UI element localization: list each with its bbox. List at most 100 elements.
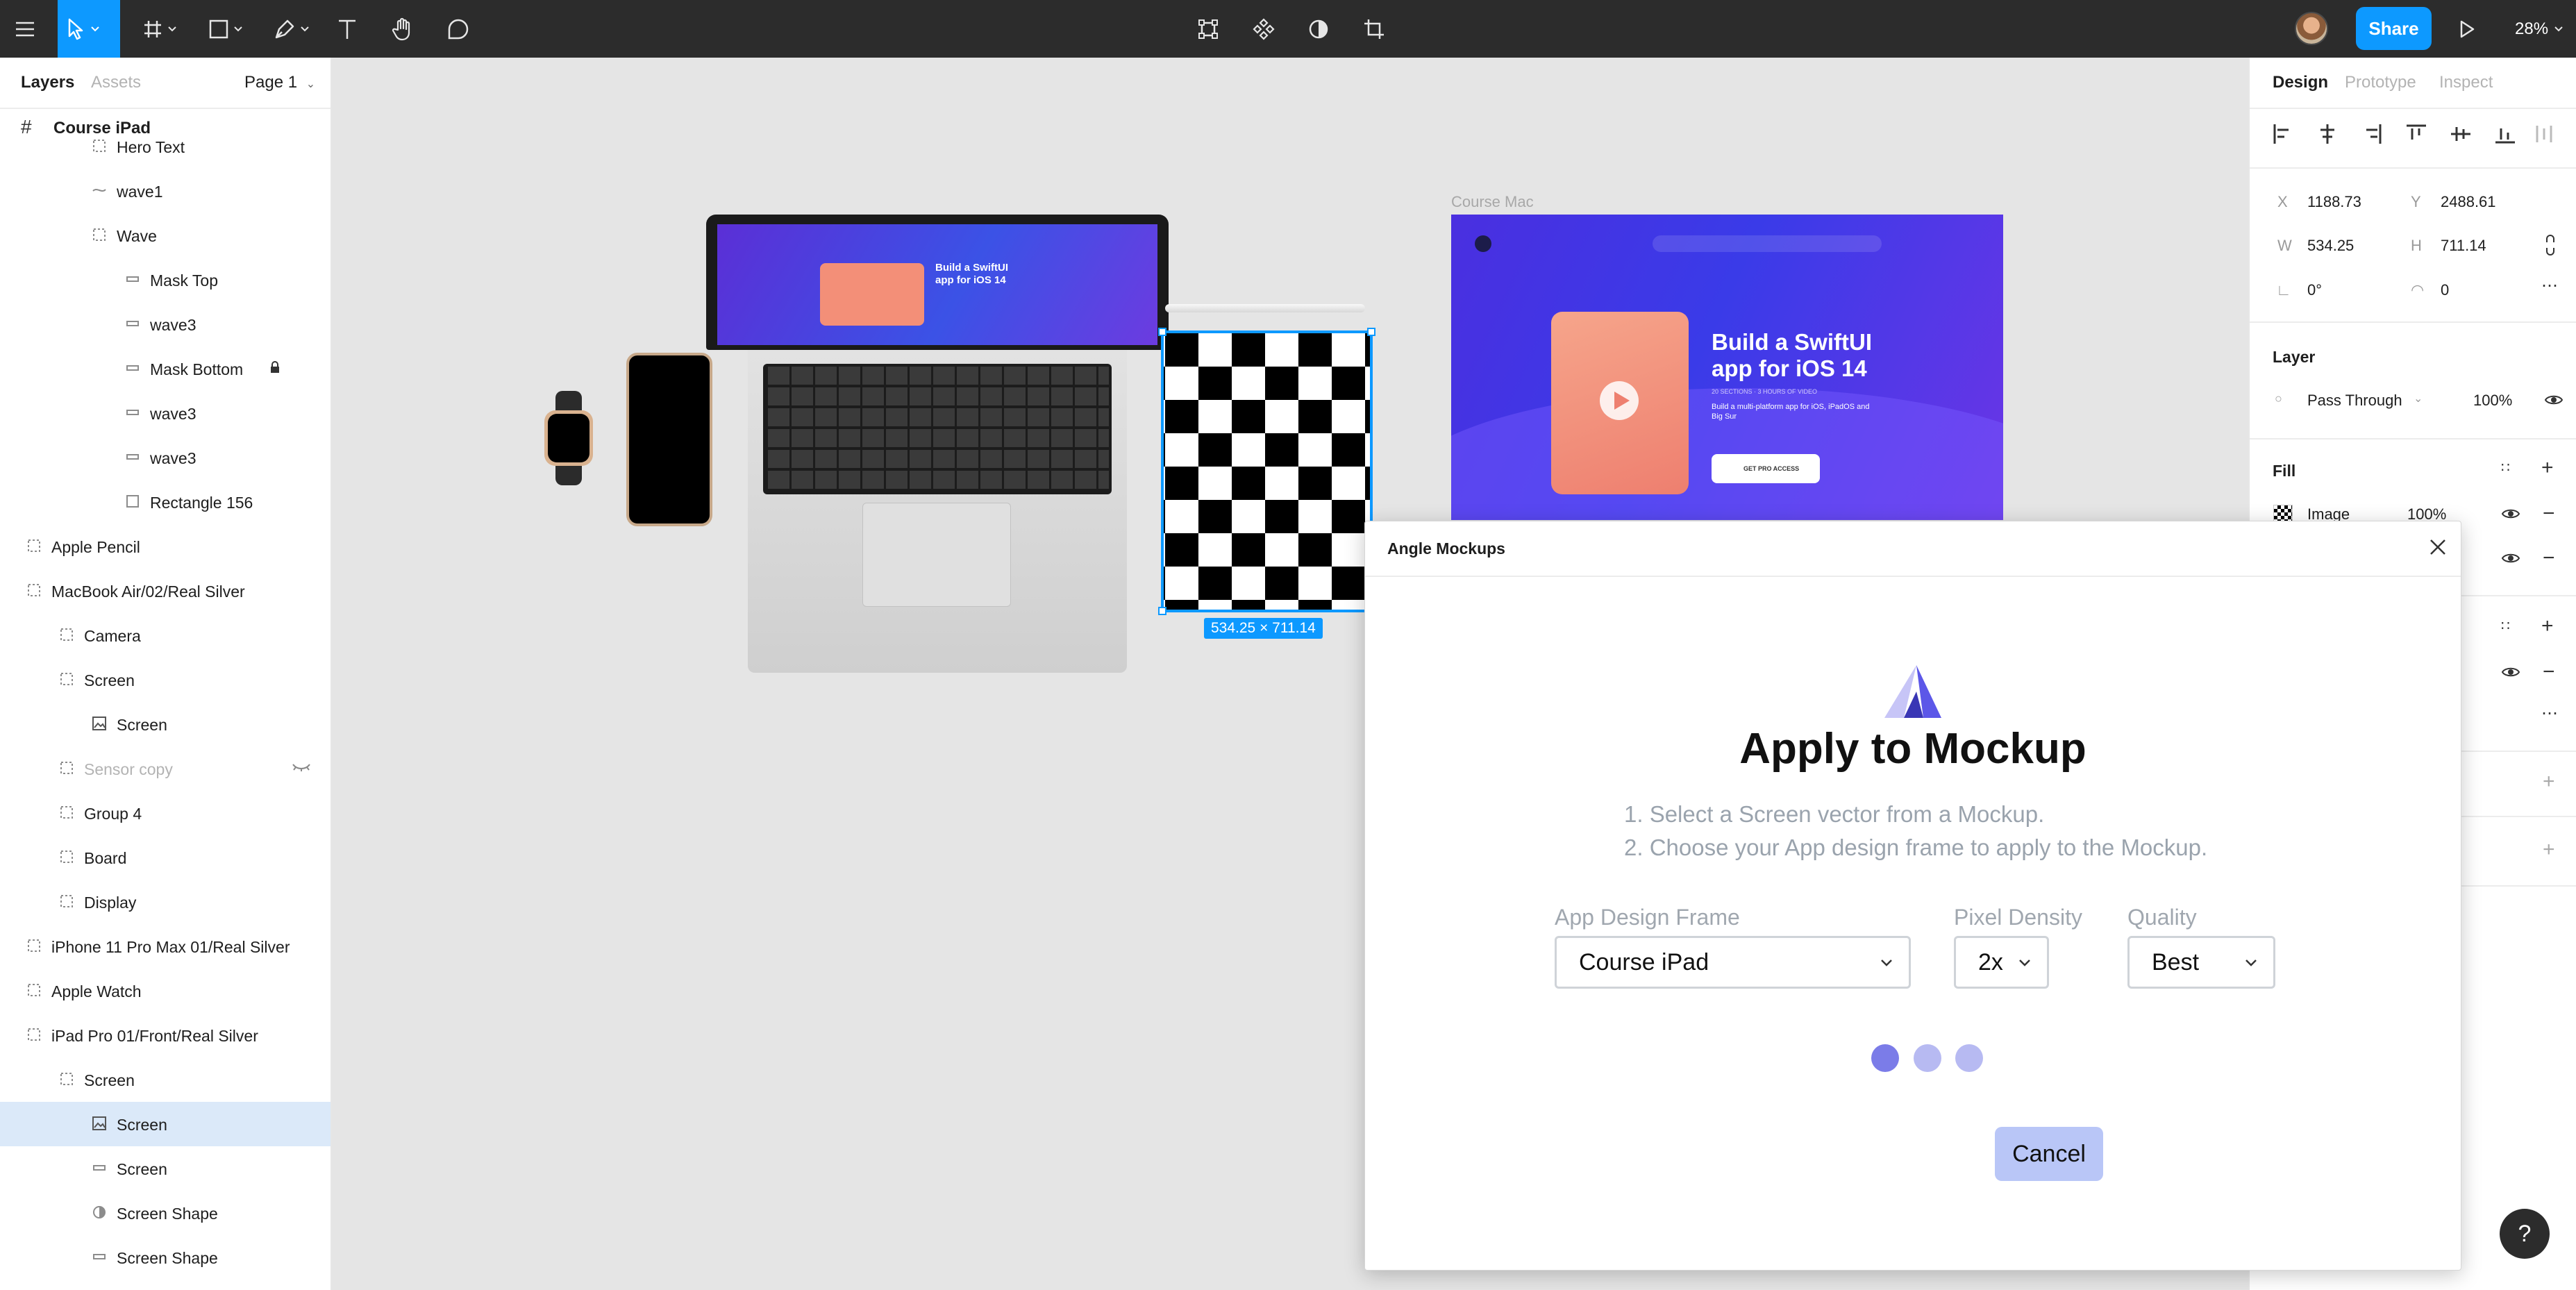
- eye-icon[interactable]: [2501, 666, 2520, 678]
- pen-tool-button[interactable]: [267, 0, 316, 58]
- add-icon[interactable]: +: [2541, 614, 2554, 638]
- layer-row[interactable]: Group 4: [0, 791, 331, 835]
- present-button[interactable]: [2451, 0, 2483, 58]
- layer-row[interactable]: wave3: [0, 435, 331, 480]
- text-tool-button[interactable]: [330, 0, 365, 58]
- eye-closed-icon[interactable]: [292, 760, 311, 776]
- more-options-icon[interactable]: ⋯: [2541, 703, 2558, 723]
- layer-row[interactable]: Screen: [0, 1102, 331, 1146]
- selected-ipad-screen[interactable]: [1161, 330, 1373, 612]
- layer-row[interactable]: Camera: [0, 613, 331, 657]
- h-input[interactable]: 711.14: [2441, 237, 2486, 255]
- page-selector[interactable]: Page 1 ⌄: [244, 73, 315, 92]
- frame-label[interactable]: Course Mac: [1451, 193, 1534, 211]
- iphone-mockup[interactable]: [626, 353, 712, 526]
- layer-row[interactable]: Sensor copy: [0, 746, 331, 791]
- more-options-icon[interactable]: ⋯: [2541, 276, 2558, 296]
- cancel-button[interactable]: Cancel: [1995, 1127, 2103, 1181]
- crop-button[interactable]: [1357, 0, 1391, 58]
- close-icon[interactable]: [2426, 535, 2450, 559]
- layer-opacity-input[interactable]: 100%: [2473, 392, 2512, 410]
- apple-watch-mockup[interactable]: [544, 391, 593, 485]
- macbook-mockup[interactable]: Build a SwiftUI app for iOS 14: [706, 215, 1169, 673]
- tab-layers[interactable]: Layers: [21, 73, 74, 92]
- avatar[interactable]: [2295, 12, 2328, 45]
- align-vertical-center-icon[interactable]: [2448, 122, 2473, 146]
- align-bottom-icon[interactable]: [2493, 122, 2518, 146]
- layer-row[interactable]: iPad Pro 01/Front/Real Silver: [0, 1013, 331, 1057]
- layer-row[interactable]: iPhone 11 Pro Max 01/Real Silver: [0, 924, 331, 969]
- layer-row[interactable]: Display: [0, 880, 331, 924]
- align-horizontal-center-icon[interactable]: [2315, 122, 2340, 146]
- apple-pencil-mockup[interactable]: [1165, 304, 1365, 312]
- layer-row[interactable]: Board: [0, 835, 331, 880]
- eye-icon[interactable]: [2501, 508, 2520, 520]
- layer-row[interactable]: Mask Bottom: [0, 346, 331, 391]
- remove-icon[interactable]: −: [2543, 660, 2555, 684]
- course-mac-frame[interactable]: Build a SwiftUI app for iOS 14 20 SECTIO…: [1451, 215, 2003, 520]
- create-component-button[interactable]: [1246, 0, 1281, 58]
- move-tool-button[interactable]: [58, 0, 120, 58]
- align-right-icon[interactable]: [2359, 122, 2384, 146]
- shape-tool-button[interactable]: [201, 0, 250, 58]
- layer-row[interactable]: Hero Text: [0, 124, 331, 169]
- align-left-icon[interactable]: [2270, 122, 2295, 146]
- add-icon[interactable]: +: [2543, 838, 2555, 862]
- align-top-icon[interactable]: [2404, 122, 2429, 146]
- rotation-input[interactable]: 0°: [2307, 281, 2322, 299]
- corner-radius-input[interactable]: 0: [2441, 281, 2449, 299]
- selection-handle[interactable]: [1158, 328, 1166, 336]
- styles-grid-icon[interactable]: ∷: [2501, 617, 2510, 635]
- distribute-icon[interactable]: [2534, 122, 2559, 146]
- layer-row[interactable]: Apple Watch: [0, 969, 331, 1013]
- add-icon[interactable]: +: [2541, 456, 2554, 480]
- quality-select[interactable]: Best: [2127, 936, 2275, 989]
- layer-row[interactable]: Screen: [0, 657, 331, 702]
- layer-row[interactable]: Screen: [0, 1146, 331, 1191]
- tab-design[interactable]: Design: [2273, 73, 2328, 92]
- styles-grid-icon[interactable]: ∷: [2501, 459, 2510, 476]
- y-input[interactable]: 2488.61: [2441, 193, 2496, 211]
- layer-row[interactable]: wave3: [0, 391, 331, 435]
- add-icon[interactable]: +: [2543, 770, 2555, 794]
- app-design-frame-select[interactable]: Course iPad: [1555, 936, 1911, 989]
- pixel-density-select[interactable]: 2x: [1954, 936, 2049, 989]
- tab-prototype[interactable]: Prototype: [2345, 73, 2416, 92]
- remove-icon[interactable]: −: [2543, 502, 2555, 526]
- tab-inspect[interactable]: Inspect: [2439, 73, 2493, 92]
- remove-icon[interactable]: −: [2543, 546, 2555, 570]
- edit-object-button[interactable]: [1191, 0, 1226, 58]
- layer-row[interactable]: Wave: [0, 213, 331, 258]
- tab-assets[interactable]: Assets: [91, 73, 141, 92]
- comment-tool-button[interactable]: [441, 0, 476, 58]
- zoom-dropdown[interactable]: 28%: [2515, 0, 2564, 58]
- main-menu-button[interactable]: [0, 0, 50, 58]
- blend-mode-select[interactable]: Pass Through: [2307, 392, 2402, 410]
- layer-row[interactable]: Mask Top: [0, 258, 331, 302]
- share-button[interactable]: Share: [2356, 7, 2432, 50]
- lock-icon[interactable]: [269, 360, 281, 378]
- layer-row[interactable]: Screen: [0, 702, 331, 746]
- app-design-frame-value: Course iPad: [1579, 948, 1709, 975]
- selection-handle[interactable]: [1367, 328, 1375, 336]
- layer-row[interactable]: Screen Shape: [0, 1235, 331, 1280]
- layer-row[interactable]: Apple Pencil: [0, 524, 331, 569]
- layer-row[interactable]: wave1: [0, 169, 331, 213]
- eye-icon[interactable]: [2501, 552, 2520, 564]
- frame-tool-button[interactable]: [135, 0, 184, 58]
- hand-tool-button[interactable]: [385, 0, 420, 58]
- eye-icon[interactable]: [2544, 394, 2564, 406]
- help-button[interactable]: ?: [2500, 1209, 2550, 1259]
- layer-row[interactable]: Screen: [0, 1057, 331, 1102]
- layer-row[interactable]: MacBook Air/02/Real Silver: [0, 569, 331, 613]
- x-input[interactable]: 1188.73: [2307, 193, 2361, 211]
- trackpad: [862, 503, 1011, 607]
- layers-panel: Layers Assets Page 1 ⌄ # Course iPad Her…: [0, 58, 332, 1290]
- w-input[interactable]: 534.25: [2307, 237, 2354, 255]
- layer-row[interactable]: Screen Shape: [0, 1191, 331, 1235]
- selection-handle[interactable]: [1158, 607, 1166, 615]
- mask-button[interactable]: [1301, 0, 1336, 58]
- constrain-proportions-icon[interactable]: [2544, 234, 2557, 256]
- layer-row[interactable]: Rectangle 156: [0, 480, 331, 524]
- layer-row[interactable]: wave3: [0, 302, 331, 346]
